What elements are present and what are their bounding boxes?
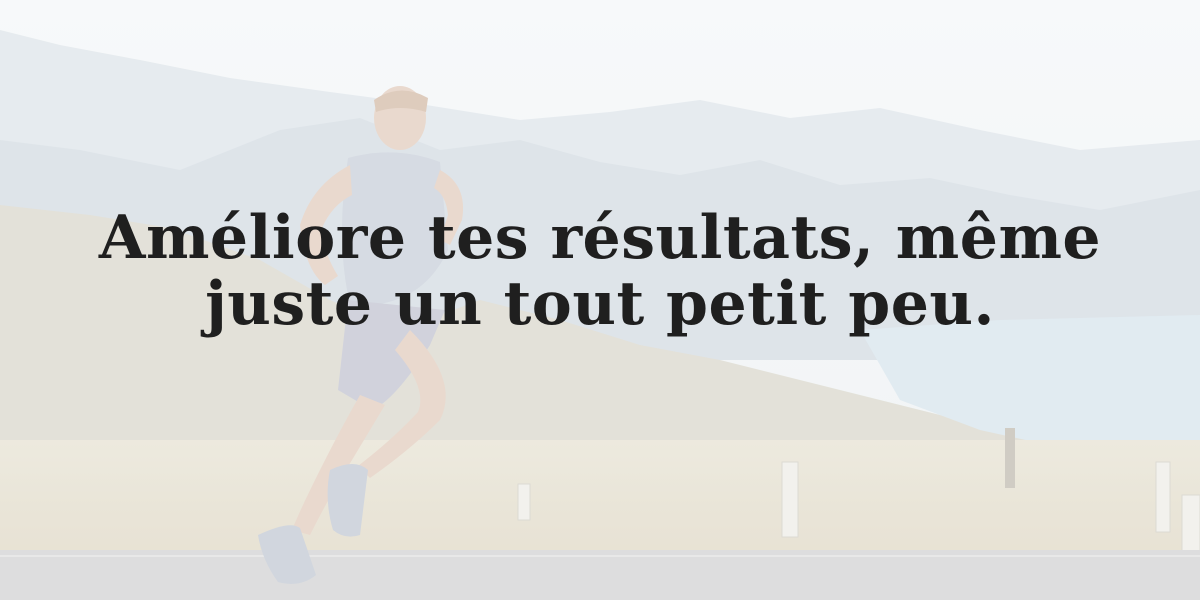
quote-text: Améliore tes résultats, même juste un to… [0, 205, 1200, 337]
quote-line-2: juste un tout petit peu. [205, 269, 995, 339]
quote-card: Améliore tes résultats, même juste un to… [0, 0, 1200, 600]
quote-line-1: Améliore tes résultats, même [98, 203, 1102, 273]
